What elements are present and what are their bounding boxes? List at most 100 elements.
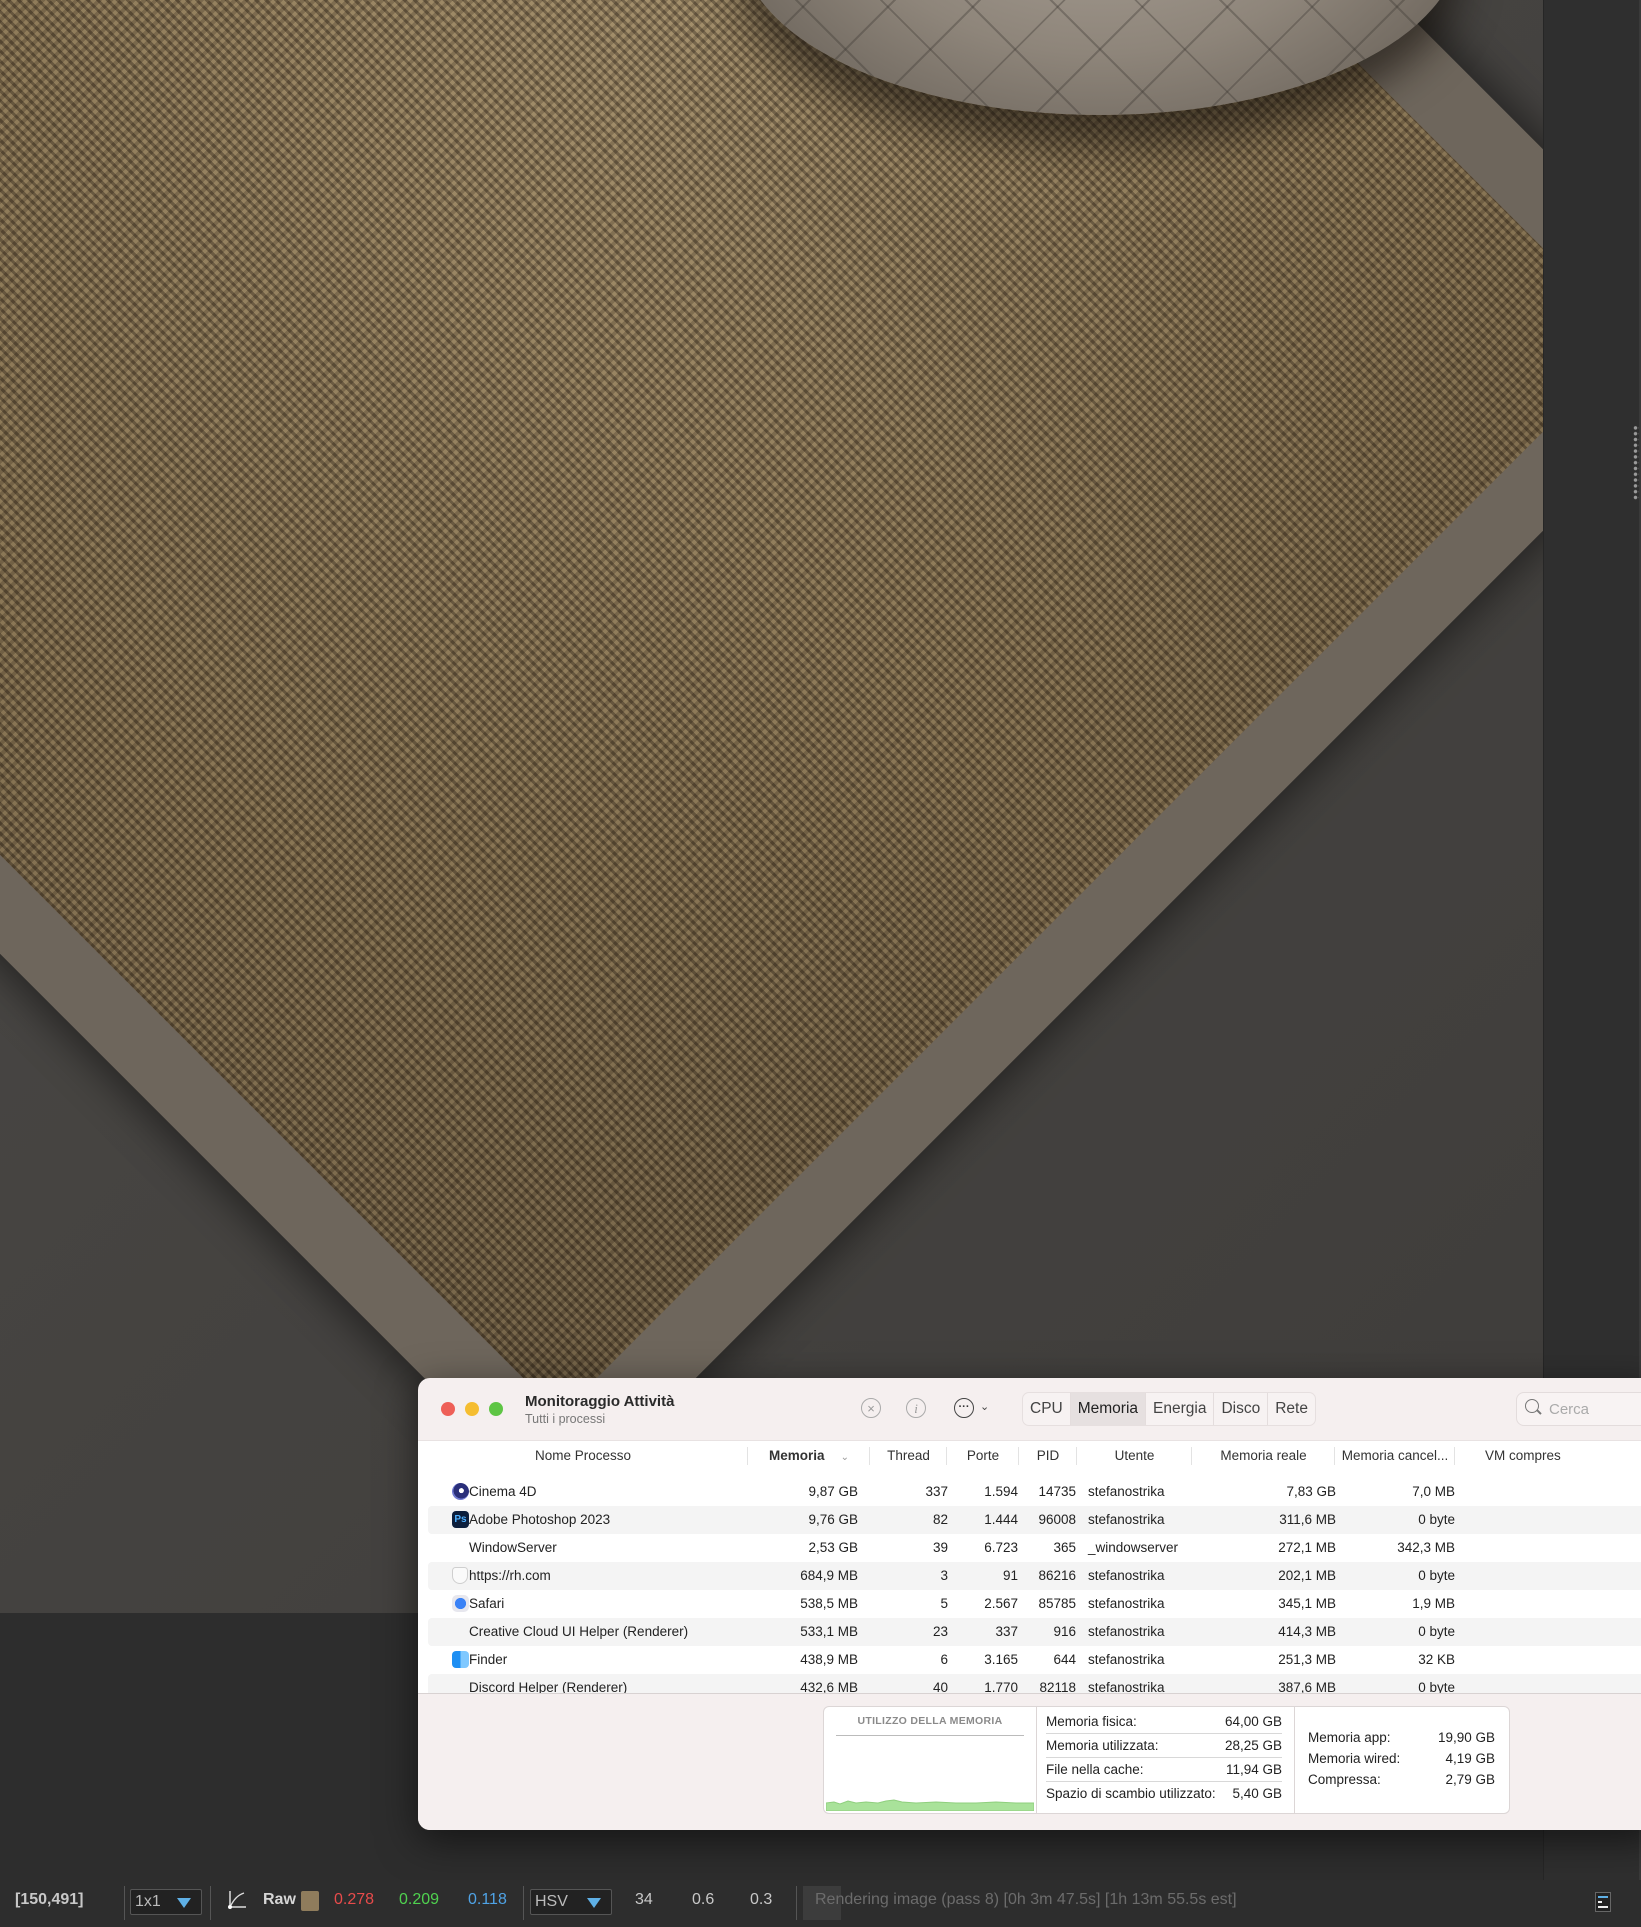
- finder-icon: [452, 1651, 469, 1668]
- cell-memory: 538,5 MB: [800, 1596, 858, 1611]
- cell-process-name: Cinema 4D: [469, 1484, 537, 1499]
- memory-pressure-graph: UTILIZZO DELLA MEMORIA: [824, 1707, 1037, 1813]
- cell-pid: 96008: [1038, 1512, 1076, 1527]
- chevron-down-icon[interactable]: ⌄: [980, 1400, 989, 1413]
- minimize-window-button[interactable]: [465, 1402, 479, 1416]
- color-space-dropdown[interactable]: HSV: [530, 1889, 612, 1915]
- table-row[interactable]: WindowServer 2,53 GB 39 6.723 365 _windowserv…: [428, 1534, 1641, 1562]
- cell-process-name: Adobe Photoshop 2023: [469, 1512, 611, 1527]
- divider: [124, 1886, 125, 1920]
- cell-process-name: WindowServer: [469, 1540, 557, 1555]
- divider: [523, 1886, 524, 1920]
- table-row[interactable]: Creative Cloud UI Helper (Renderer) 533,1…: [428, 1618, 1641, 1646]
- table-row[interactable]: https://rh.com 684,9 MB 3 91 86216 stefanostr…: [428, 1562, 1641, 1590]
- cell-compressed-vm: 269,: [1468, 1646, 1641, 1674]
- tab-rete[interactable]: Rete: [1268, 1393, 1315, 1425]
- memory-stats: Memoria fisica: 64,00 GB Memoria utilizza…: [1036, 1707, 1295, 1813]
- render-log-icon[interactable]: [1595, 1892, 1611, 1912]
- color-mode-label[interactable]: Raw: [263, 1880, 296, 1920]
- cell-compressed-vm: 0: [1468, 1478, 1641, 1506]
- col-memoria-cancellabile[interactable]: Memoria cancel...: [1335, 1441, 1455, 1471]
- cell-compressed-vm: 312,: [1468, 1590, 1641, 1618]
- cell-real-memory: 202,1 MB: [1278, 1568, 1336, 1583]
- stat-value: 19,90 GB: [1437, 1730, 1495, 1745]
- cell-purgeable-memory: 0 byte: [1418, 1680, 1455, 1694]
- col-nome-processo[interactable]: Nome Processo: [418, 1441, 748, 1471]
- zoom-window-button[interactable]: [489, 1402, 503, 1416]
- cell-memory: 533,1 MB: [800, 1624, 858, 1639]
- tab-disco[interactable]: Disco: [1214, 1393, 1269, 1425]
- search-input[interactable]: Cerca: [1516, 1392, 1641, 1426]
- col-memoria-reale[interactable]: Memoria reale: [1192, 1441, 1335, 1471]
- hsv-hue-value: 34: [635, 1891, 653, 1908]
- graph-title: UTILIZZO DELLA MEMORIA: [857, 1715, 1003, 1727]
- cinema4d-icon: [452, 1483, 469, 1500]
- col-porte[interactable]: Porte: [947, 1441, 1019, 1471]
- rgb-green-value: 0.209: [399, 1891, 440, 1908]
- log-line: [1598, 1906, 1608, 1908]
- col-vm-compressa[interactable]: VM compres: [1455, 1441, 1641, 1471]
- col-pid[interactable]: PID: [1019, 1441, 1077, 1471]
- cell-pid: 365: [1053, 1540, 1076, 1555]
- process-table: Cinema 4D 9,87 GB 337 1.594 14735 stefanostri…: [418, 1471, 1641, 1694]
- stat-file-cache: File nella cache: 11,94 GB: [1046, 1758, 1282, 1782]
- table-row[interactable]: Finder 438,9 MB 6 3.165 644 stefanostrika 251,…: [428, 1646, 1641, 1674]
- cell-threads: 3: [940, 1568, 948, 1583]
- cell-ports: 1.594: [984, 1484, 1018, 1499]
- close-window-button[interactable]: [441, 1402, 455, 1416]
- cell-compressed-vm: 527,: [1468, 1562, 1641, 1590]
- ellipsis-circle-icon: ···: [958, 1401, 970, 1413]
- activity-monitor-window: Monitoraggio Attività Tutti i processi ×…: [418, 1378, 1641, 1830]
- cell-process-name: Discord Helper (Renderer): [469, 1680, 628, 1694]
- cell-ports: 1.770: [984, 1680, 1018, 1694]
- cell-user: stefanostrika: [1088, 1652, 1165, 1667]
- divider: [796, 1886, 797, 1920]
- cell-user: stefanostrika: [1088, 1596, 1165, 1611]
- log-line: [1598, 1901, 1602, 1903]
- cell-purgeable-memory: 0 byte: [1418, 1568, 1455, 1583]
- rug-render: [0, 0, 1543, 1415]
- more-actions-button[interactable]: ···: [954, 1398, 974, 1418]
- window-subtitle[interactable]: Tutti i processi: [525, 1412, 605, 1426]
- stat-value: 5,40 GB: [1232, 1786, 1282, 1801]
- tab-cpu[interactable]: CPU: [1023, 1393, 1071, 1425]
- cell-process-name: https://rh.com: [469, 1568, 551, 1583]
- cell-threads: 5: [940, 1596, 948, 1611]
- cell-ports: 1.444: [984, 1512, 1018, 1527]
- stat-memoria-fisica: Memoria fisica: 64,00 GB: [1046, 1710, 1282, 1734]
- table-row[interactable]: Safari 538,5 MB 5 2.567 85785 stefanostrika 34…: [428, 1590, 1641, 1618]
- cell-user: _windowserver: [1088, 1540, 1179, 1555]
- stat-label: Compressa:: [1308, 1772, 1381, 1787]
- stat-label: Memoria utilizzata:: [1046, 1738, 1159, 1753]
- curve-icon[interactable]: [226, 1880, 248, 1920]
- cell-ports: 2.567: [984, 1596, 1018, 1611]
- table-header: Nome Processo Memoria ⌄ Thread Porte PID …: [418, 1440, 1641, 1472]
- table-row[interactable]: Ps Adobe Photoshop 2023 9,76 GB 82 1.444 9600…: [428, 1506, 1641, 1534]
- stat-memoria-app: Memoria app: 19,90 GB: [1308, 1727, 1495, 1748]
- memory-footer: UTILIZZO DELLA MEMORIA Memoria fisica: 64…: [418, 1694, 1641, 1830]
- stat-label: Memoria app:: [1308, 1730, 1391, 1745]
- render-viewport[interactable]: [0, 0, 1543, 1613]
- divider: [210, 1886, 211, 1920]
- stop-process-button[interactable]: ×: [861, 1398, 881, 1418]
- sampling-dropdown[interactable]: 1x1: [130, 1889, 202, 1915]
- cell-process-name: Finder: [469, 1652, 508, 1667]
- stat-label: Memoria fisica:: [1046, 1714, 1137, 1729]
- inspect-process-button[interactable]: i: [906, 1398, 926, 1418]
- col-memoria[interactable]: Memoria ⌄: [748, 1441, 870, 1471]
- stat-value: 4,19 GB: [1445, 1751, 1495, 1766]
- col-utente[interactable]: Utente: [1077, 1441, 1192, 1471]
- table-row[interactable]: Cinema 4D 9,87 GB 337 1.594 14735 stefanostri…: [428, 1478, 1641, 1506]
- cell-process-name: Creative Cloud UI Helper (Renderer): [469, 1624, 689, 1639]
- cell-ports: 3.165: [984, 1652, 1018, 1667]
- table-row[interactable]: Discord Helper (Renderer) 432,6 MB 40 1.770…: [428, 1674, 1641, 1694]
- tab-energia[interactable]: Energia: [1146, 1393, 1215, 1425]
- tab-memoria[interactable]: Memoria: [1070, 1393, 1147, 1425]
- cell-user: stefanostrika: [1088, 1568, 1165, 1583]
- cell-pid: 916: [1053, 1624, 1076, 1639]
- cell-compressed-vm: 254,: [1468, 1534, 1641, 1562]
- col-thread[interactable]: Thread: [870, 1441, 947, 1471]
- cell-ports: 337: [995, 1624, 1018, 1639]
- stat-memoria-wired: Memoria wired: 4,19 GB: [1308, 1748, 1495, 1769]
- photoshop-icon: Ps: [452, 1511, 469, 1528]
